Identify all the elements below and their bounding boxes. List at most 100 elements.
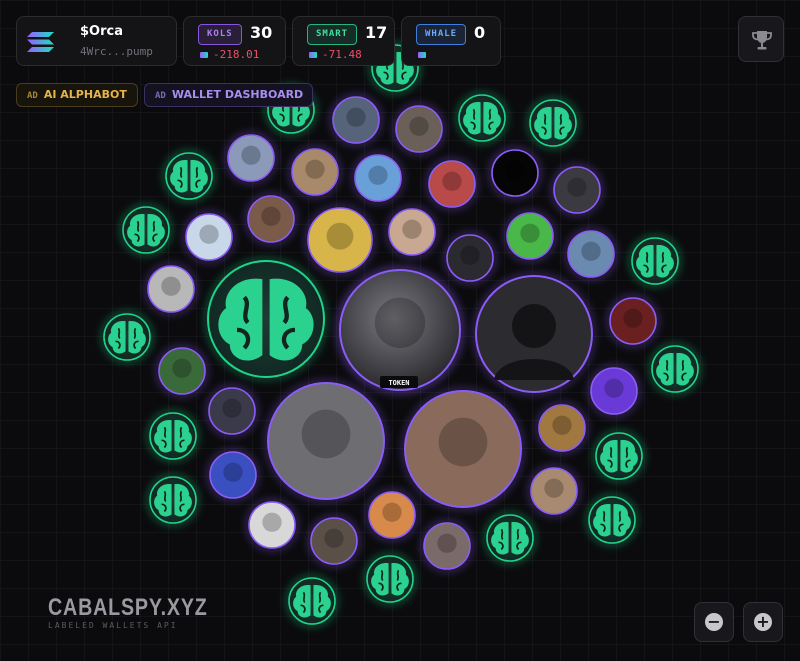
avatar-image xyxy=(199,224,219,244)
wallet-bubble[interactable] xyxy=(366,489,418,541)
wallet-bubble[interactable] xyxy=(421,520,473,572)
wallet-bubble[interactable] xyxy=(207,449,259,501)
wallet-bubble[interactable] xyxy=(588,365,640,417)
avatar-image xyxy=(460,245,480,265)
kols-value: -218.01 xyxy=(200,48,259,61)
avatar-image xyxy=(324,528,344,548)
avatar-image xyxy=(544,478,564,498)
smart-wallet-bubble[interactable] xyxy=(147,410,199,462)
wallet-bubble[interactable] xyxy=(330,94,382,146)
solana-icon xyxy=(418,52,426,58)
avatar-image xyxy=(567,177,587,197)
avatar-image xyxy=(368,165,388,185)
wallet-bubble[interactable] xyxy=(536,402,588,454)
smart-wallet-bubble[interactable] xyxy=(527,97,579,149)
avatar-image xyxy=(442,171,462,191)
ad-wallet-dashboard-button[interactable]: AD WALLET DASHBOARD xyxy=(144,83,313,107)
wallet-bubble[interactable] xyxy=(289,146,341,198)
stat-card-kols[interactable]: KOLS 30 -218.01 xyxy=(183,16,286,66)
avatar-image xyxy=(604,378,624,398)
smart-wallet-bubble[interactable] xyxy=(649,343,701,395)
smart-wallet-bubble[interactable] xyxy=(147,474,199,526)
avatar-image xyxy=(581,241,601,261)
whale-value xyxy=(418,48,431,61)
ad-tag: AD xyxy=(27,91,38,101)
wallet-bubble[interactable] xyxy=(206,385,258,437)
wallet-bubble[interactable] xyxy=(308,515,360,567)
wallet-bubble[interactable] xyxy=(551,164,603,216)
kols-count: 30 xyxy=(250,23,273,42)
avatar-image xyxy=(374,297,426,348)
avatar-image xyxy=(505,160,525,180)
avatar-image xyxy=(161,276,181,296)
wallet-bubble[interactable] xyxy=(386,206,438,258)
ad-ai-alphabot-button[interactable]: AD AI ALPHABOT xyxy=(16,83,138,107)
smart-wallet-bubble[interactable] xyxy=(205,258,327,380)
avatar-image xyxy=(438,417,488,467)
trophy-icon xyxy=(752,31,772,50)
smart-wallet-bubble[interactable] xyxy=(456,92,508,144)
avatar-image xyxy=(623,308,643,328)
smart-wallet-bubble[interactable] xyxy=(364,553,416,605)
smart-wallet-bubble[interactable] xyxy=(629,235,681,287)
wallet-bubble[interactable] xyxy=(145,263,197,315)
avatar-image xyxy=(241,145,261,165)
whale-badge: WHALE xyxy=(416,24,467,45)
wallet-bubble[interactable] xyxy=(265,380,387,502)
kols-badge: KOLS xyxy=(198,24,242,45)
stat-card-whale[interactable]: WHALE 0 xyxy=(401,16,501,66)
stat-card-smart[interactable]: SMART 17 -71.48 xyxy=(292,16,395,66)
wallet-bubble[interactable] xyxy=(245,193,297,245)
smart-wallet-bubble[interactable] xyxy=(101,311,153,363)
avatar-image xyxy=(301,409,351,459)
token-card[interactable]: $Orca 4Wrc...pump xyxy=(16,16,177,66)
minus-icon: − xyxy=(705,613,723,631)
plus-icon: + xyxy=(754,613,772,631)
smart-value-text: -71.48 xyxy=(322,48,362,61)
token-center-label: TOKEN xyxy=(380,376,418,388)
avatar-image xyxy=(552,415,572,435)
wallet-bubble[interactable] xyxy=(528,465,580,517)
wallet-bubble[interactable] xyxy=(444,232,496,284)
wallet-bubble[interactable] xyxy=(246,499,298,551)
wallet-bubble[interactable] xyxy=(352,152,404,204)
smart-wallet-bubble[interactable] xyxy=(586,494,638,546)
zoom-in-button[interactable]: + xyxy=(743,602,783,642)
wallet-bubble[interactable] xyxy=(305,205,375,275)
token-address[interactable]: 4Wrc...pump xyxy=(80,45,153,58)
avatar-image xyxy=(437,533,457,553)
wallet-bubble[interactable] xyxy=(393,103,445,155)
avatar-image xyxy=(262,512,282,532)
wallet-bubble[interactable] xyxy=(183,211,235,263)
avatar-image xyxy=(409,116,429,136)
token-symbol: $Orca xyxy=(80,24,123,39)
brand-title: CABALSPY.XYZ xyxy=(48,594,208,621)
wallet-bubble[interactable] xyxy=(225,132,277,184)
avatar-image xyxy=(520,223,540,243)
solana-icon xyxy=(200,52,208,58)
solana-icon xyxy=(309,52,317,58)
leaderboard-button[interactable] xyxy=(738,16,784,62)
smart-badge: SMART xyxy=(307,24,358,45)
smart-wallet-bubble[interactable] xyxy=(120,204,172,256)
wallet-bubble[interactable] xyxy=(607,295,659,347)
ad-tag: AD xyxy=(155,91,166,101)
smart-wallet-bubble[interactable] xyxy=(593,430,645,482)
wallet-bubble[interactable] xyxy=(565,228,617,280)
avatar-image xyxy=(172,358,192,378)
wallet-bubble[interactable] xyxy=(426,158,478,210)
wallet-bubble[interactable] xyxy=(473,273,595,395)
wallet-bubble[interactable] xyxy=(156,345,208,397)
smart-wallet-bubble[interactable] xyxy=(163,150,215,202)
whale-count: 0 xyxy=(474,23,486,42)
smart-wallet-bubble[interactable] xyxy=(484,512,536,564)
ad-label: WALLET DASHBOARD xyxy=(171,88,304,101)
wallet-bubble[interactable] xyxy=(402,388,524,510)
token-bubble[interactable] xyxy=(336,266,464,394)
wallet-bubble[interactable] xyxy=(504,210,556,262)
avatar-image xyxy=(261,206,281,226)
wallet-bubble[interactable] xyxy=(489,147,541,199)
brand: CABALSPY.XYZ LABELED WALLETS API xyxy=(48,594,243,630)
smart-wallet-bubble[interactable] xyxy=(286,575,338,627)
zoom-out-button[interactable]: − xyxy=(694,602,734,642)
